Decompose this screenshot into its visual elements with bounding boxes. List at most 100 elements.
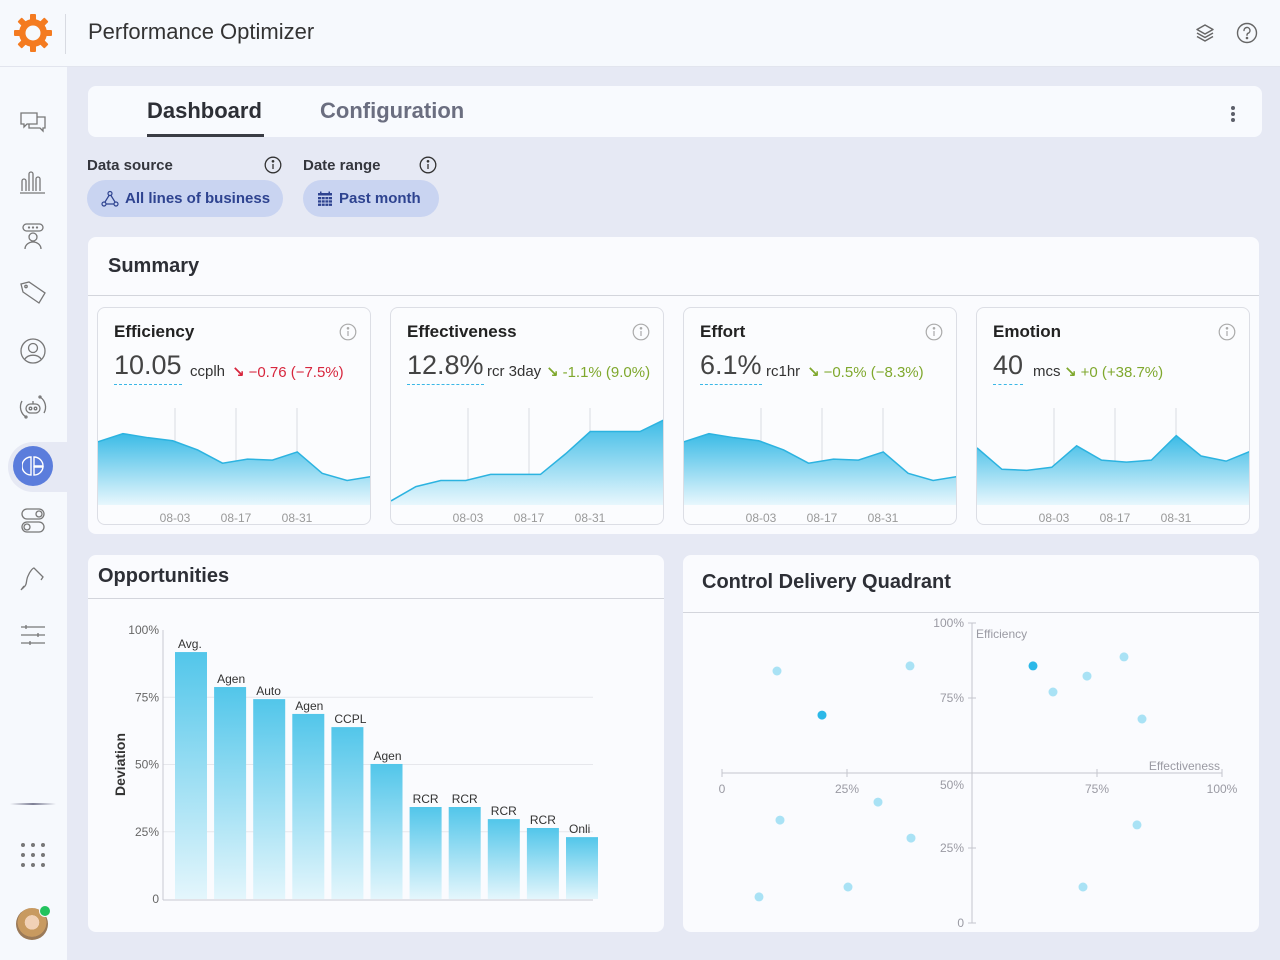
bar: [448, 807, 481, 899]
bar: [331, 727, 364, 899]
trend-down-arrow-icon: ↘: [1064, 364, 1077, 381]
y-tick-label: 50%: [940, 778, 964, 792]
sparkline-x-tick: 08-03: [746, 511, 777, 525]
x-tick-label: 75%: [1085, 782, 1109, 796]
bar: [487, 819, 520, 899]
metric-card-efficiency[interactable]: Efficiency 10.05 ccplh ↘ −0.76 (−7.5%) 08…: [97, 307, 371, 525]
calendar-icon: [318, 191, 332, 206]
sidebar-separator: [10, 803, 56, 805]
grid-dots-icon[interactable]: [18, 840, 48, 870]
date-range-select[interactable]: Past month: [303, 180, 439, 217]
y-tick-label: 0: [957, 916, 964, 930]
metric-card-effectiveness[interactable]: Effectiveness 12.8% rcr 3day ↘ -1.1% (9.0…: [390, 307, 664, 525]
sparkline-x-tick: 08-03: [453, 511, 484, 525]
active-tab-underline: [147, 134, 264, 137]
scatter-point: [1048, 687, 1058, 697]
sliders-icon[interactable]: [18, 620, 48, 650]
scatter-point: [1132, 820, 1142, 830]
metric-value[interactable]: 40: [993, 350, 1024, 385]
chat-bubbles-icon[interactable]: [18, 108, 48, 138]
top-bar: Performance Optimizer: [0, 0, 1280, 67]
summary-divider: [88, 295, 1259, 296]
data-source-select[interactable]: All lines of business: [87, 180, 283, 217]
sidebar-item-performance-optimizer[interactable]: [13, 446, 53, 486]
metric-unit: rc1hr: [766, 363, 801, 380]
tag-icon[interactable]: [18, 279, 48, 309]
y-axis-label: Deviation: [112, 733, 128, 796]
metric-sparkline: 08-03 08-17 08-31: [977, 408, 1249, 525]
y-tick-label: 75%: [135, 690, 159, 704]
sparkline-x-tick: 08-31: [282, 511, 313, 525]
y-tick-label: 100%: [933, 616, 964, 630]
quadrant-title: Control Delivery Quadrant: [702, 571, 951, 593]
sparkline-x-tick: 08-31: [575, 511, 606, 525]
more-options-icon[interactable]: [1225, 104, 1241, 124]
robot-icon[interactable]: [18, 392, 48, 422]
bar: [370, 763, 403, 899]
bar-label: RCR: [413, 792, 439, 806]
bar: [214, 687, 247, 899]
info-icon[interactable]: [925, 323, 943, 341]
data-source-info-icon[interactable]: [264, 156, 282, 174]
metric-unit: mcs: [1033, 363, 1061, 380]
layers-icon[interactable]: [1194, 22, 1216, 44]
metric-card-emotion[interactable]: Emotion 40 mcs ↘ +0 (+38.7%) 08-03 08-17 08…: [976, 307, 1250, 525]
opportunities-divider: [88, 598, 664, 599]
metric-card-effort[interactable]: Effort 6.1% rc1hr ↘ −0.5% (−8.3%) 08-03 08…: [683, 307, 957, 525]
metric-delta: ↘ -1.1% (9.0%): [546, 363, 650, 381]
scatter-point: [1082, 671, 1092, 681]
date-range-info-icon[interactable]: [419, 156, 437, 174]
scatter-point: [772, 666, 782, 676]
help-icon[interactable]: [1236, 22, 1258, 44]
metric-delta-text: −0.5% (−8.3%): [823, 364, 924, 381]
bar-label: Agen: [295, 699, 323, 713]
bar-label: Agen: [374, 749, 402, 763]
header-divider: [65, 14, 66, 54]
toggle-icon[interactable]: [18, 506, 48, 536]
metric-sparkline: 08-03 08-17 08-31: [391, 408, 663, 525]
bar-chart-icon[interactable]: [18, 165, 48, 195]
info-icon[interactable]: [339, 323, 357, 341]
scatter-point: [1078, 882, 1088, 892]
network-nodes-icon: [101, 190, 119, 207]
bar-label: Auto: [256, 684, 281, 698]
metric-delta: ↘ −0.76 (−7.5%): [232, 363, 344, 381]
metric-sparkline: 08-03 08-17 08-31: [98, 408, 370, 525]
scatter-point-highlight: [817, 710, 827, 720]
info-icon[interactable]: [1218, 323, 1236, 341]
agent-speech-icon[interactable]: [18, 222, 48, 252]
bar-label: CCPL: [334, 712, 366, 726]
metric-value[interactable]: 6.1%: [700, 350, 762, 385]
trend-down-arrow-icon: ↘: [232, 364, 245, 381]
bar: [409, 807, 442, 899]
metric-value[interactable]: 10.05: [114, 350, 182, 385]
sparkline-area: [684, 433, 956, 505]
path-icon[interactable]: [18, 563, 48, 593]
bar-label: RCR: [452, 792, 478, 806]
metric-sparkline: 08-03 08-17 08-31: [684, 408, 956, 525]
metric-delta-text: -1.1% (9.0%): [562, 364, 651, 381]
pie-quadrant-icon: [22, 456, 44, 476]
tabs-bar: Dashboard Configuration: [88, 86, 1262, 137]
data-source-value: All lines of business: [125, 190, 271, 207]
sparkline-x-tick: 08-31: [868, 511, 899, 525]
scatter-point: [775, 815, 785, 825]
user-circle-icon[interactable]: [18, 336, 48, 366]
scatter-point: [1119, 652, 1129, 662]
metric-unit: ccplh: [190, 363, 226, 380]
metric-delta: ↘ −0.5% (−8.3%): [807, 363, 924, 381]
metric-value[interactable]: 12.8%: [407, 350, 484, 385]
metric-delta-text: +0 (+38.7%): [1080, 364, 1164, 381]
sparkline-x-tick: 08-17: [514, 511, 545, 525]
info-icon[interactable]: [632, 323, 650, 341]
y-tick-label: 50%: [135, 758, 159, 772]
sparkline-x-tick: 08-03: [1039, 511, 1070, 525]
sparkline-x-tick: 08-31: [1161, 511, 1192, 525]
tab-dashboard[interactable]: Dashboard: [147, 98, 262, 124]
y-tick-label: 0: [152, 892, 159, 906]
summary-title: Summary: [108, 255, 200, 277]
bar-label: RCR: [530, 813, 556, 827]
tab-configuration[interactable]: Configuration: [320, 98, 464, 124]
y-tick-label: 75%: [940, 691, 964, 705]
scatter-point: [873, 797, 883, 807]
